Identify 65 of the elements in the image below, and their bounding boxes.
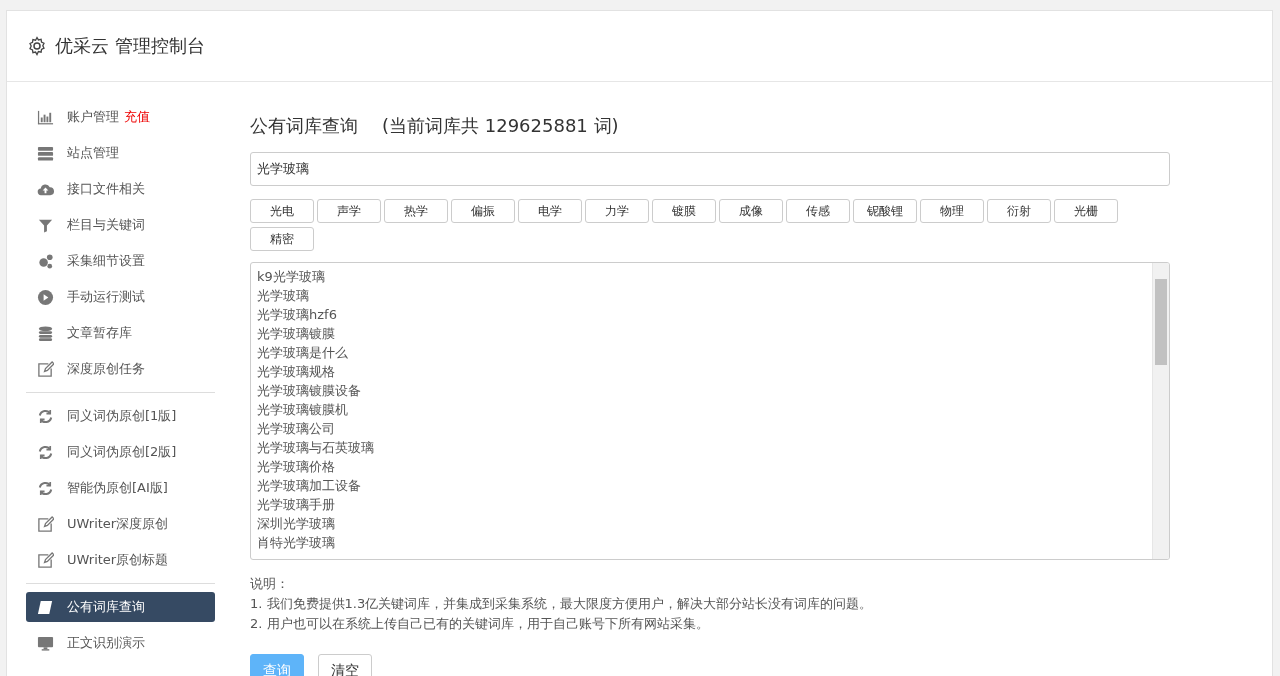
note-line: 1. 我们免费提供1.3亿关键词库，并集成到采集系统，最大限度方便用户，解决大部分站长没有词库的问题。 [250, 595, 874, 613]
sync-icon [37, 407, 54, 425]
result-item[interactable]: 肖特光学玻璃 [257, 533, 1146, 552]
result-item[interactable]: 光学玻璃规格 [257, 362, 1146, 381]
sidebar-item[interactable]: UWriter深度原创 [26, 509, 215, 539]
edit-icon [37, 515, 54, 533]
database-icon [37, 324, 54, 342]
tag-button[interactable]: 传感 [786, 199, 850, 223]
sidebar-item[interactable]: 账户管理 充值 [26, 102, 215, 132]
search-field[interactable]: 光学玻璃 [250, 152, 1170, 186]
edit-icon [37, 551, 54, 569]
sidebar-item[interactable]: 同义词伪原创[1版] [26, 401, 215, 431]
tag-button[interactable]: 力学 [585, 199, 649, 223]
result-item[interactable]: 光学玻璃镀膜机 [257, 400, 1146, 419]
tag-button[interactable]: 成像 [719, 199, 783, 223]
sidebar-item[interactable]: 正文识别演示 [26, 628, 215, 658]
tag-button[interactable]: 偏振 [451, 199, 515, 223]
sidebar-item[interactable]: 手动运行测试 [26, 282, 215, 312]
tag-button[interactable]: 电学 [518, 199, 582, 223]
tag-button[interactable]: 镀膜 [652, 199, 716, 223]
clear-button[interactable]: 清空 [318, 654, 372, 676]
server-icon [37, 144, 54, 162]
notes-label: 说明： [250, 575, 290, 593]
tag-button[interactable]: 精密 [250, 227, 314, 251]
header-title: 优采云 管理控制台 [55, 34, 205, 58]
word-count: (当前词库共 129625881 词) [382, 114, 619, 138]
result-item[interactable]: 光学玻璃是什么 [257, 343, 1146, 362]
monitor-icon [37, 634, 54, 652]
edit-icon [37, 360, 54, 378]
tag-button[interactable]: 热学 [384, 199, 448, 223]
tag-button[interactable]: 光电 [250, 199, 314, 223]
result-item[interactable]: 光学玻璃加工设备 [257, 476, 1146, 495]
sync-icon [37, 479, 54, 497]
sidebar-item[interactable]: 站点管理 [26, 138, 215, 168]
result-item[interactable]: 光学玻璃与石英玻璃 [257, 438, 1146, 457]
play-icon [37, 288, 54, 306]
result-item[interactable]: 光学玻璃镀膜设备 [257, 381, 1146, 400]
sidebar-item[interactable]: UWriter原创标题 [26, 545, 215, 575]
result-item[interactable]: k9光学玻璃 [257, 267, 1146, 286]
bar-chart-icon [37, 108, 54, 126]
sidebar-item[interactable]: 智能伪原创[AI版] [26, 473, 215, 503]
sync-icon [37, 443, 54, 461]
tag-button[interactable]: 声学 [317, 199, 381, 223]
result-item[interactable]: 深圳光学玻璃 [257, 514, 1146, 533]
sidebar-item[interactable]: 接口文件相关 [26, 174, 215, 204]
sidebar-item[interactable]: 栏目与关键词 [26, 210, 215, 240]
note-line: 2. 用户也可以在系统上传自己已有的关键词库，用于自己账号下所有网站采集。 [250, 615, 710, 633]
tag-button[interactable]: 铌酸锂 [853, 199, 917, 223]
result-item[interactable]: 光学玻璃 [257, 286, 1146, 305]
tag-button[interactable]: 衍射 [987, 199, 1051, 223]
sidebar-item[interactable]: 深度原创任务 [26, 354, 215, 384]
result-item[interactable]: 光学玻璃价格 [257, 457, 1146, 476]
sidebar-item[interactable]: 文章暂存库 [26, 318, 215, 348]
sidebar-item[interactable]: 公有词库查询 [26, 592, 215, 622]
tag-button[interactable]: 物理 [920, 199, 984, 223]
result-item[interactable]: 光学玻璃公司 [257, 419, 1146, 438]
sidebar-item[interactable]: 同义词伪原创[2版] [26, 437, 215, 467]
result-item[interactable]: 光学玻璃hzf6 [257, 305, 1146, 324]
scrollbar[interactable] [1152, 263, 1169, 559]
tag-button[interactable]: 光栅 [1054, 199, 1118, 223]
result-item[interactable]: 光学玻璃镀膜 [257, 324, 1146, 343]
settings-icon [27, 36, 47, 56]
page-title: 公有词库查询 [250, 114, 358, 138]
sidebar-item[interactable]: 采集细节设置 [26, 246, 215, 276]
result-item[interactable]: 光学玻璃手册 [257, 495, 1146, 514]
